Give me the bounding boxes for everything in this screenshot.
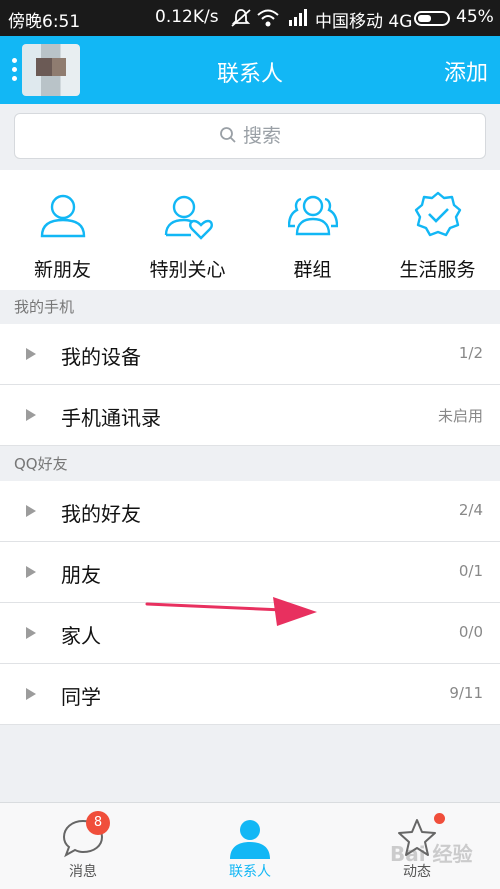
- search-icon: [219, 116, 237, 160]
- tab-contacts[interactable]: 联系人: [167, 803, 333, 889]
- page-title: 联系人: [216, 62, 283, 87]
- group-count: 9/11: [449, 684, 483, 702]
- group-name: 我的设备: [61, 345, 141, 369]
- list-item[interactable]: 同学 9/11: [0, 664, 500, 725]
- quick-label: 特别关心: [149, 259, 226, 281]
- add-button[interactable]: 添加: [444, 55, 488, 87]
- header: 联系人 添加: [0, 36, 500, 104]
- status-time: 傍晚6:51: [8, 12, 81, 32]
- group-count: 2/4: [458, 501, 483, 519]
- carrier-label: 中国移动 4G: [315, 12, 413, 32]
- tab-label: 消息: [69, 864, 97, 880]
- expand-arrow-icon: [26, 566, 36, 578]
- network-speed: 0.12K/s: [155, 7, 219, 27]
- group-name: 同学: [61, 685, 101, 709]
- tab-label: 联系人: [229, 864, 271, 880]
- quick-label: 新朋友: [33, 259, 91, 281]
- person-icon: [40, 194, 86, 238]
- status-bar: 傍晚6:51 0.12K/s 中国移动 4G 45%: [0, 0, 500, 36]
- search-input[interactable]: 搜索: [14, 113, 486, 159]
- signal-icon: [288, 8, 310, 31]
- group-count: 0/0: [458, 623, 483, 641]
- list-item[interactable]: 我的好友 2/4: [0, 481, 500, 542]
- section-header: QQ好友: [0, 447, 500, 481]
- annotation-arrow-icon: [145, 597, 317, 626]
- quick-special-care[interactable]: 特别关心: [125, 170, 250, 290]
- quick-label: 群组: [293, 259, 332, 281]
- person-heart-icon: [164, 195, 213, 240]
- person-filled-icon: [230, 820, 270, 859]
- group-count: 1/2: [458, 344, 483, 362]
- quick-new-friends[interactable]: 新朋友: [0, 170, 125, 290]
- expand-arrow-icon: [26, 409, 36, 421]
- search-area: 搜索: [0, 104, 500, 170]
- group-icon: [288, 195, 338, 236]
- group-name: 手机通讯录: [61, 406, 161, 430]
- quick-label: 生活服务: [399, 259, 476, 281]
- group-name: 家人: [61, 624, 101, 648]
- group-count: 未启用: [437, 407, 483, 425]
- search-placeholder: 搜索: [242, 125, 281, 147]
- quick-actions: 新朋友 特别关心 群组 生活服务: [0, 170, 500, 290]
- list-item[interactable]: 手机通讯录 未启用: [0, 385, 500, 446]
- expand-arrow-icon: [26, 627, 36, 639]
- notification-dot: [434, 813, 445, 824]
- expand-arrow-icon: [26, 688, 36, 700]
- quick-groups[interactable]: 群组: [250, 170, 375, 290]
- section-header: 我的手机: [0, 290, 500, 324]
- wifi-icon: [256, 8, 280, 33]
- tab-messages[interactable]: 8 消息: [0, 803, 166, 889]
- group-name: 朋友: [61, 563, 101, 587]
- watermark: Bai 经验: [390, 842, 473, 866]
- battery-icon: [414, 11, 450, 26]
- group-count: 0/1: [458, 562, 483, 580]
- verified-badge-icon: [414, 191, 462, 237]
- quick-life-services[interactable]: 生活服务: [375, 170, 500, 290]
- expand-arrow-icon: [26, 348, 36, 360]
- list-item[interactable]: 我的设备 1/2: [0, 324, 500, 385]
- battery-percent: 45%: [456, 7, 494, 27]
- mute-icon: [230, 8, 252, 33]
- expand-arrow-icon: [26, 505, 36, 517]
- unread-badge: 8: [86, 811, 110, 835]
- group-name: 我的好友: [61, 502, 141, 526]
